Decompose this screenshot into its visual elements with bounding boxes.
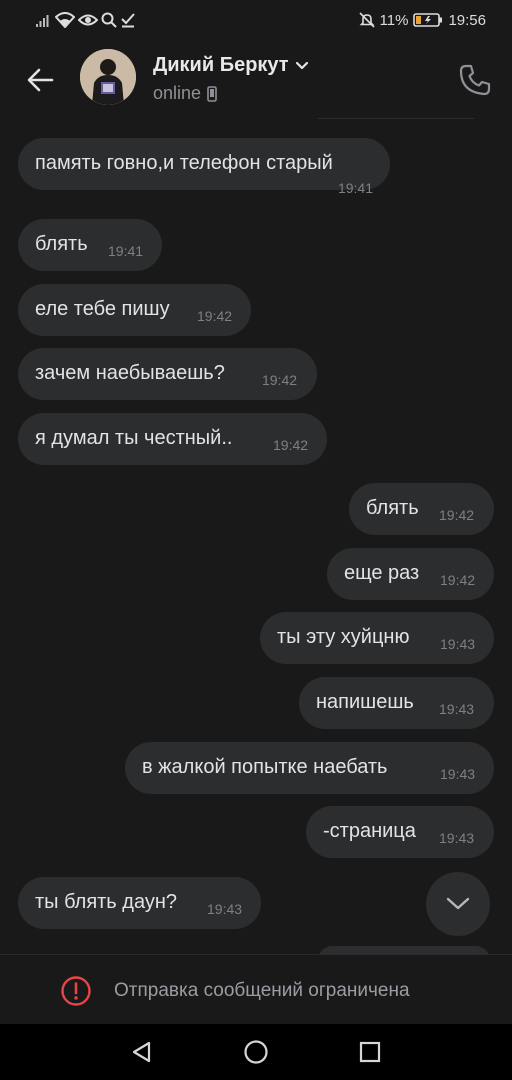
avatar-image xyxy=(80,49,136,105)
online-status: online xyxy=(153,83,202,103)
message-bubble-incoming[interactable]: ты блять даун? 19:43 xyxy=(18,877,261,929)
nav-home-icon xyxy=(244,1040,268,1064)
message-text: в жалкой попытке наебать xyxy=(142,756,388,778)
wifi-icon xyxy=(55,12,75,28)
restricted-notice: Отправка сообщений ограничена xyxy=(60,975,410,1007)
message-time: 19:43 xyxy=(439,830,475,846)
message-time: 19:43 xyxy=(207,901,243,917)
signal-icon xyxy=(36,13,52,27)
message-time: 19:42 xyxy=(439,507,475,523)
message-text: зачем наебываешь? xyxy=(35,362,225,384)
status-bar: 11% 19:56 xyxy=(0,0,512,40)
message-time: 19:42 xyxy=(262,372,298,388)
call-button[interactable] xyxy=(455,60,495,100)
nav-back-button[interactable] xyxy=(126,1036,158,1068)
system-nav-bar xyxy=(0,1024,512,1080)
message-time: 19:42 xyxy=(440,572,476,588)
message-text: -страница xyxy=(323,820,416,842)
message-time: 19:43 xyxy=(440,766,476,782)
message-text: блять xyxy=(35,233,88,255)
battery-icon xyxy=(413,12,443,28)
chevron-down-icon xyxy=(446,897,470,910)
message-bubble-outgoing[interactable]: -страница 19:43 xyxy=(306,806,494,858)
header-divider xyxy=(318,118,474,119)
message-time: 19:42 xyxy=(197,308,233,324)
message-text: память говно,и телефон старый xyxy=(35,152,333,174)
message-text: я думал ты честный.. xyxy=(35,427,233,449)
message-bubble-outgoing[interactable]: напишешь 19:43 xyxy=(299,677,494,729)
message-bubble-incoming[interactable]: зачем наебываешь? 19:42 xyxy=(18,348,317,400)
nav-recents-button[interactable] xyxy=(354,1036,386,1068)
mute-icon xyxy=(358,12,375,28)
contact-title[interactable]: Дикий Беркут xyxy=(153,54,309,77)
message-time: 19:43 xyxy=(439,701,475,717)
message-bubble-outgoing[interactable]: еще раз 19:42 xyxy=(327,548,494,600)
message-bubble-incoming[interactable]: еле тебе пишу 19:42 xyxy=(18,284,251,336)
message-time: 19:41 xyxy=(337,180,373,196)
message-text: блять xyxy=(366,497,419,519)
message-time: 19:43 xyxy=(440,636,476,652)
message-text: ты блять даун? xyxy=(35,891,178,913)
phone-icon xyxy=(207,85,217,102)
message-text: еле тебе пишу xyxy=(35,298,170,320)
nav-home-button[interactable] xyxy=(240,1036,272,1068)
eye-icon xyxy=(78,12,98,28)
messaging-restricted-bar: Отправка сообщений ограничена xyxy=(0,954,512,1024)
message-bubble-incoming[interactable]: память говно,и телефон старый 19:41 xyxy=(18,138,390,196)
message-text: напишешь xyxy=(316,691,414,713)
status-icons-left xyxy=(36,10,136,30)
restricted-text: Отправка сообщений ограничена xyxy=(114,980,410,1001)
nav-back-icon xyxy=(132,1041,151,1063)
contact-name: Дикий Беркут xyxy=(153,54,289,76)
chevron-down-icon xyxy=(295,61,308,69)
message-bubble-outgoing[interactable]: ты эту хуйцню 19:43 xyxy=(260,612,494,664)
alert-circle-icon xyxy=(61,976,91,1006)
message-bubble-outgoing[interactable]: блять 19:42 xyxy=(349,483,494,535)
arrow-left-icon xyxy=(27,68,54,92)
message-bubble-outgoing[interactable]: в жалкой попытке наебать 19:43 xyxy=(125,742,494,794)
search-icon xyxy=(101,12,117,28)
status-time: 19:56 xyxy=(448,11,486,29)
status-icons-right: 11% 19:56 xyxy=(358,10,486,30)
phone-call-icon xyxy=(459,64,491,96)
avatar[interactable] xyxy=(80,49,136,105)
message-time: 19:41 xyxy=(108,243,144,259)
nav-recents-icon xyxy=(359,1041,381,1063)
back-button[interactable] xyxy=(18,58,62,102)
contact-status: online xyxy=(153,83,217,104)
message-bubble-incoming[interactable]: блять 19:41 xyxy=(18,219,162,271)
message-text: еще раз xyxy=(344,562,420,584)
scroll-to-bottom-button[interactable] xyxy=(426,872,490,936)
chat-header: Дикий Беркут online xyxy=(0,40,512,120)
battery-percent: 11% xyxy=(379,11,409,29)
check-icon xyxy=(120,12,136,28)
message-time: 19:42 xyxy=(273,437,309,453)
message-text: ты эту хуйцню xyxy=(277,626,410,648)
message-bubble-incoming[interactable]: я думал ты честный.. 19:42 xyxy=(18,413,327,465)
